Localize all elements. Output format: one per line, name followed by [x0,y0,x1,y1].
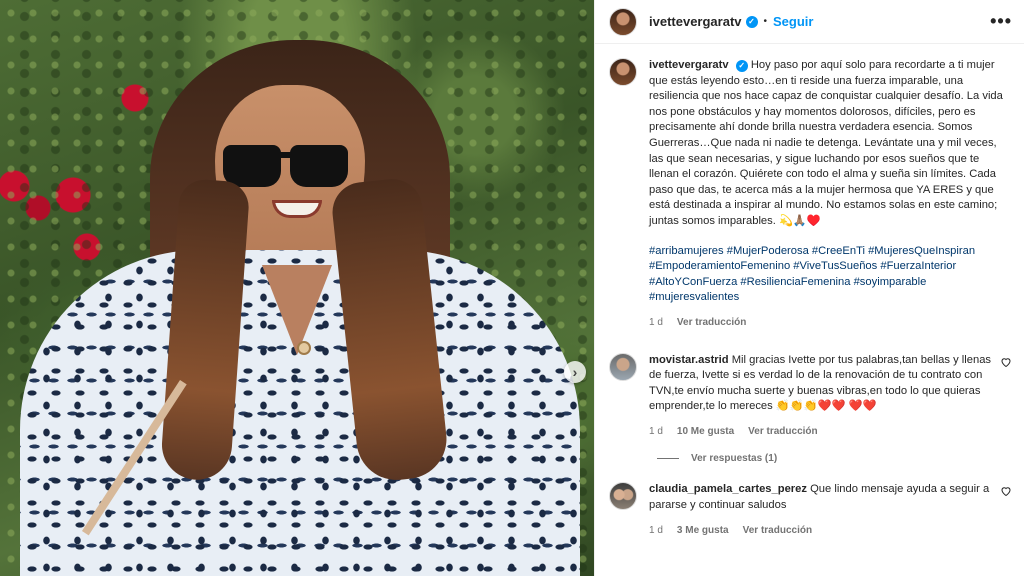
verified-badge-icon: ✓ [745,15,758,28]
comment-username[interactable]: claudia_pamela_cartes_perez [649,483,807,495]
replies-line [657,458,679,460]
post-photo[interactable] [0,0,594,576]
view-replies-button[interactable]: Ver respuestas (1) [657,453,1024,464]
sunglasses-right-lens [290,145,348,187]
separator-dot: • [763,16,768,27]
sunglasses-left-lens [223,145,281,187]
caption-text: Hoy paso por aquí solo para recordarte a… [649,59,1003,227]
next-image-button[interactable]: › [564,361,586,383]
follow-button[interactable]: Seguir [773,14,813,29]
caption-meta: 1 d Ver traducción [649,315,1010,331]
comment-meta: 1 d 3 Me gusta Ver traducción [649,523,994,539]
necklace-pendant [297,341,311,355]
commenter-avatar[interactable] [609,352,637,381]
caption-time: 1 d [649,316,663,328]
caption-translate-link[interactable]: Ver traducción [677,315,746,331]
caption-hashtags[interactable]: #arribamujeres #MujerPoderosa #CreeEnTi … [649,244,1010,306]
caption-block: ivettevergaratv ✓ Hoy paso por aquí solo… [595,44,1024,331]
comment-likes[interactable]: 10 Me gusta [677,424,734,440]
more-options-icon[interactable]: ••• [990,11,1012,32]
comment-item: claudia_pamela_cartes_perez Que lindo me… [595,482,1024,538]
author-username[interactable]: ivettevergaratv [649,14,742,29]
sunglasses-bridge [278,152,294,158]
caption-author-avatar[interactable] [609,58,637,86]
author-avatar[interactable] [609,7,637,36]
caption: ivettevergaratv ✓ Hoy paso por aquí solo… [649,58,1010,331]
comment-translate-link[interactable]: Ver traducción [743,523,812,539]
comment-time: 1 d [649,425,663,437]
like-comment-heart-icon[interactable] [1000,484,1012,497]
comment-body: movistar.astrid Mil gracias Ivette por t… [649,353,994,440]
comment-meta: 1 d 10 Me gusta Ver traducción [649,424,994,440]
post-header: ivettevergaratv ✓ • Seguir ••• [595,0,1024,44]
post-panel: ivettevergaratv ✓ • Seguir ••• ivettever… [594,0,1024,576]
chevron-right-icon: › [572,364,578,380]
comment-username[interactable]: movistar.astrid [649,354,729,366]
like-comment-heart-icon[interactable] [1000,355,1012,367]
commenter-avatar[interactable] [609,482,637,511]
comment-likes[interactable]: 3 Me gusta [677,523,729,539]
comment-time: 1 d [649,524,663,536]
comment-item: movistar.astrid Mil gracias Ivette por t… [595,352,1024,440]
comment-body: claudia_pamela_cartes_perez Que lindo me… [649,482,994,538]
caption-username[interactable]: ivettevergaratv [649,59,729,71]
comment-translate-link[interactable]: Ver traducción [748,424,817,440]
view-replies-label: Ver respuestas (1) [691,453,778,465]
caption-verified-badge-icon: ✓ [735,60,748,72]
